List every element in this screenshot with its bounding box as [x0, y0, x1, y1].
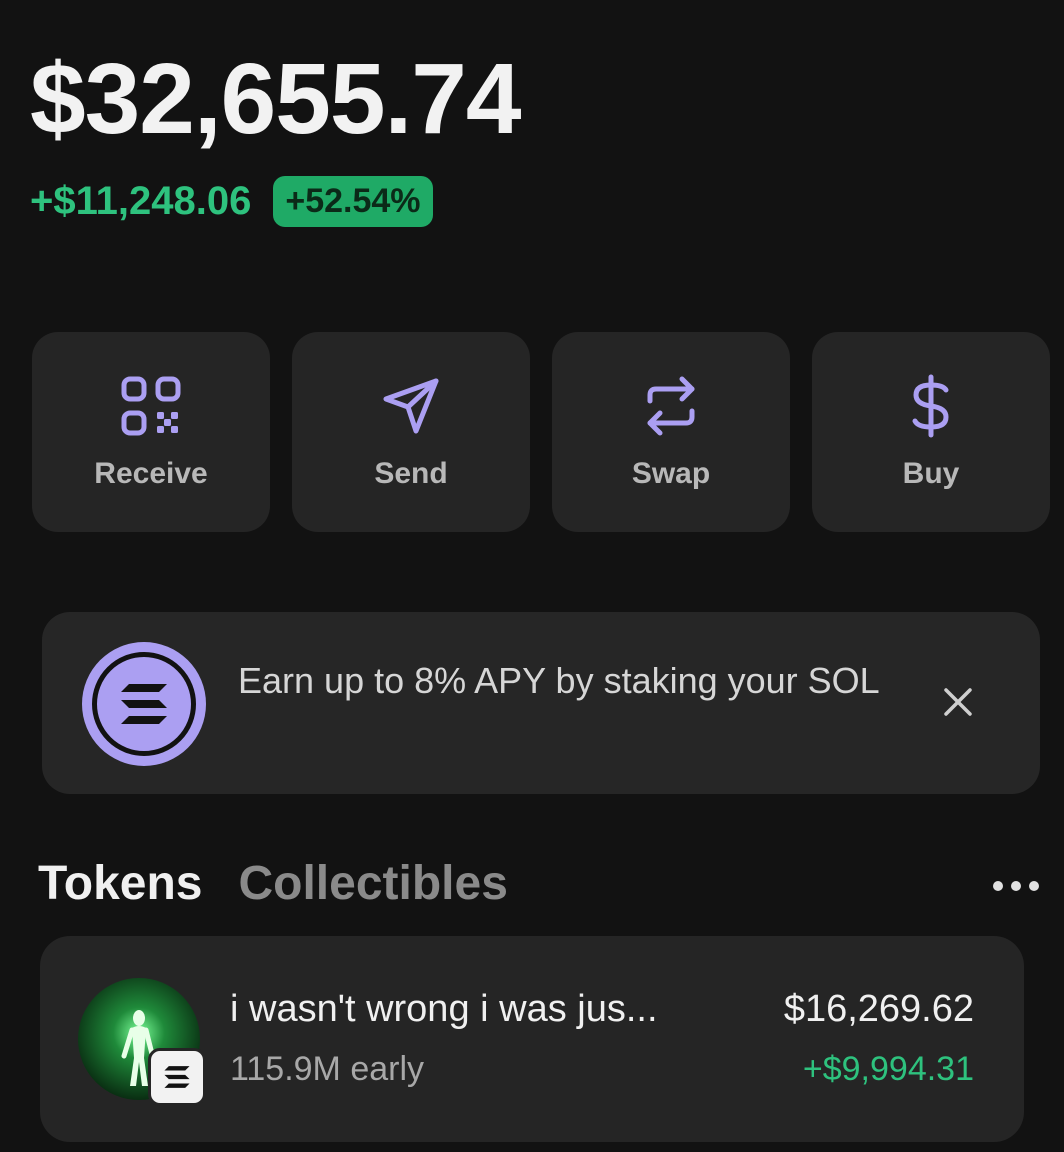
change-amount: +$11,248.06: [30, 179, 252, 223]
close-icon[interactable]: [938, 682, 978, 722]
solana-mini-icon: [164, 1066, 190, 1088]
staking-banner[interactable]: Earn up to 8% APY by staking your SOL: [42, 612, 1040, 794]
tab-tokens[interactable]: Tokens: [38, 856, 202, 911]
total-balance: $32,655.74: [30, 43, 521, 155]
dollar-icon: [912, 374, 949, 438]
receive-label: Receive: [94, 457, 208, 490]
buy-button[interactable]: Buy: [812, 332, 1050, 532]
asset-tabs: Tokens Collectibles: [38, 856, 508, 911]
balance-change-row: +$11,248.06 +52.54%: [30, 176, 433, 227]
solana-icon-ring: [92, 652, 196, 756]
solana-chain-icon: [148, 1048, 206, 1106]
token-row[interactable]: i wasn't wrong i was jus... 115.9M early…: [40, 936, 1024, 1142]
send-label: Send: [374, 457, 448, 490]
send-icon: [383, 378, 439, 434]
swap-label: Swap: [631, 457, 711, 490]
swap-icon: [647, 376, 695, 436]
solana-logo-icon: [121, 684, 167, 724]
wallet-screen: $32,655.74 +$11,248.06 +52.54% Receive S…: [0, 0, 1064, 1152]
token-value: $16,269.62: [783, 988, 974, 1030]
token-amount: 115.9M early: [230, 1050, 425, 1088]
swap-button[interactable]: Swap: [552, 332, 790, 532]
token-change: +$9,994.31: [802, 1050, 974, 1088]
buy-label: Buy: [902, 457, 960, 490]
banner-text: Earn up to 8% APY by staking your SOL: [238, 660, 880, 701]
solana-icon: [82, 642, 206, 766]
action-buttons: Receive Send Swap Buy: [32, 332, 1050, 532]
tab-collectibles[interactable]: Collectibles: [238, 856, 507, 911]
receive-button[interactable]: Receive: [32, 332, 270, 532]
change-percent-badge: +52.54%: [273, 176, 433, 227]
more-options-icon[interactable]: [990, 876, 1042, 896]
send-button[interactable]: Send: [292, 332, 530, 532]
qr-code-icon: [121, 376, 181, 436]
token-name: i wasn't wrong i was jus...: [230, 988, 658, 1030]
